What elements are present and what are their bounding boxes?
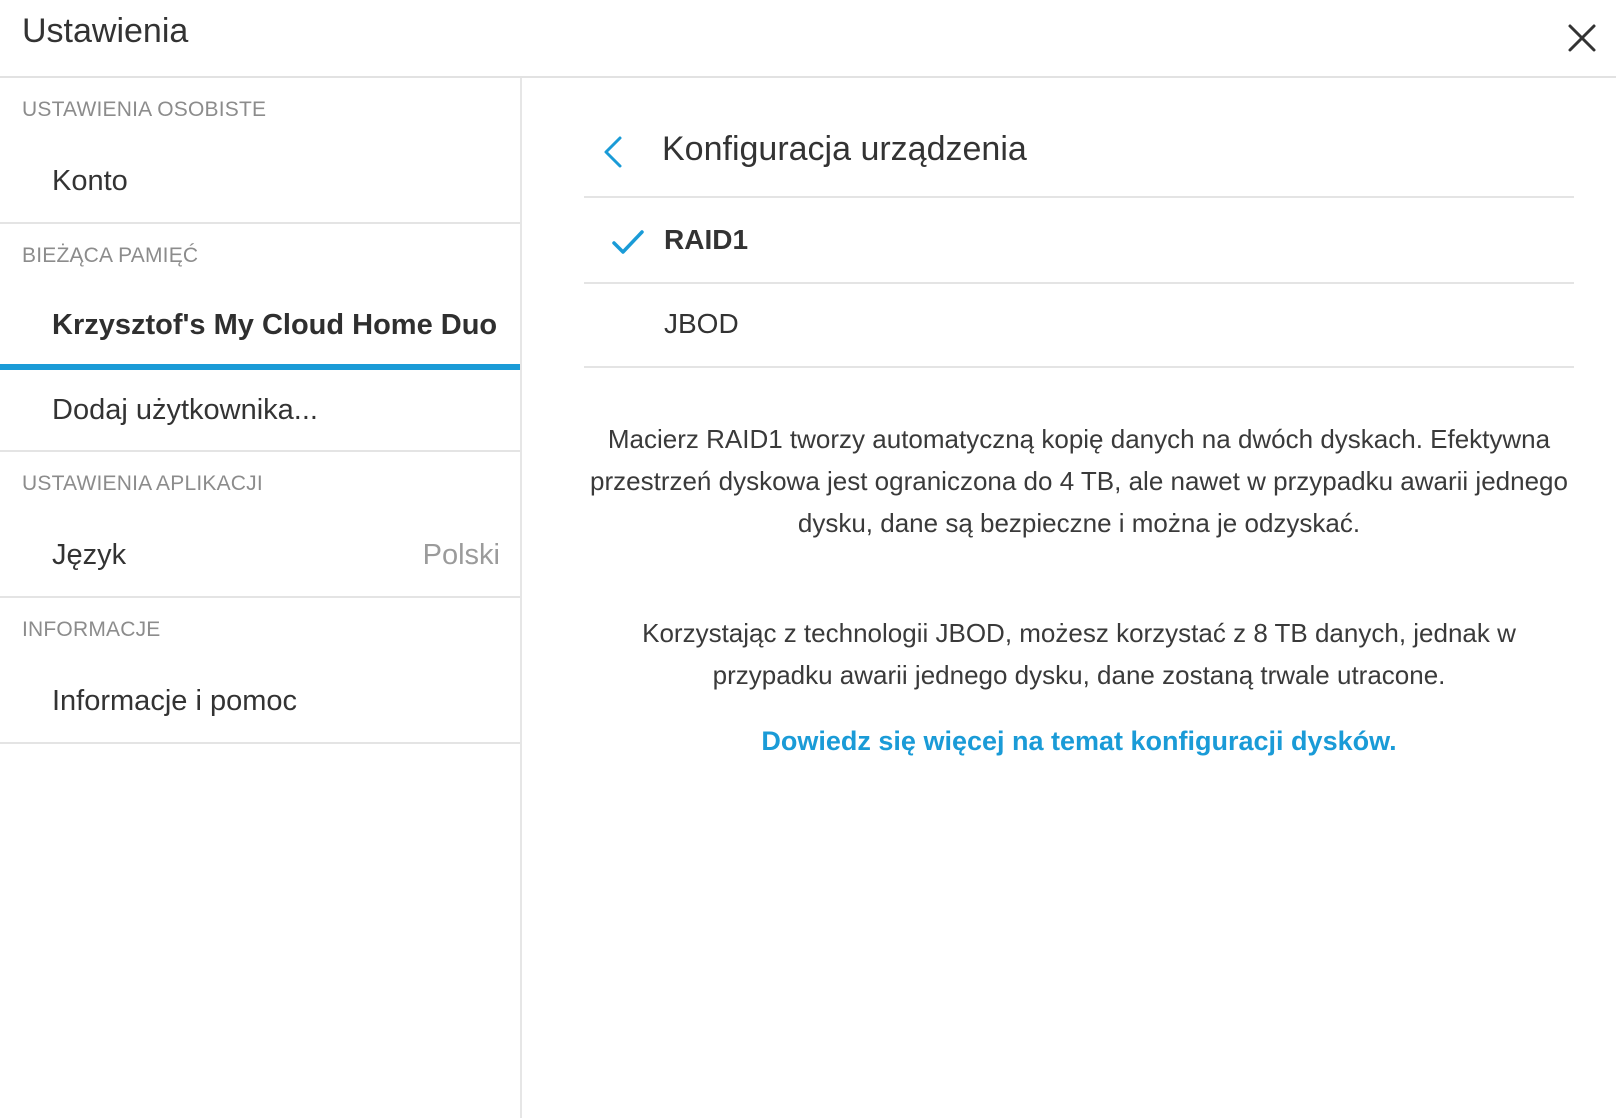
sidebar-item-device[interactable]: Krzysztof's My Cloud Home Duo [0,286,520,370]
sidebar-item-label: Informacje i pomoc [52,684,297,717]
sidebar-item-label: Krzysztof's My Cloud Home Duo [52,308,498,341]
option-raid1[interactable]: RAID1 [584,200,1574,284]
settings-header: Ustawienia [0,0,1616,78]
sidebar-item-label: Język [52,538,127,571]
checkmark-icon [610,226,646,258]
sidebar-item-account[interactable]: Konto [0,140,520,224]
sidebar-item-language[interactable]: Język Polski [0,514,520,598]
option-jbod[interactable]: JBOD [584,284,1574,368]
learn-more-link[interactable]: Dowiedz się więcej na temat konfiguracji… [584,726,1574,757]
sidebar-item-add-user[interactable]: Dodaj użytkownika... [0,370,520,452]
panel-title: Konfiguracja urządzenia [662,130,1027,168]
section-label-info: INFORMACJE [22,618,161,641]
settings-sidebar: USTAWIENIA OSOBISTE Konto BIEŻĄCA PAMIĘĆ… [0,78,522,1118]
language-value: Polski [422,538,500,571]
option-label: RAID1 [664,224,749,255]
chevron-left-icon [604,136,622,168]
close-button[interactable] [1562,18,1602,58]
device-config-panel: Konfiguracja urządzenia RAID1 JBOD Macie… [524,78,1616,1118]
section-label-current-storage: BIEŻĄCA PAMIĘĆ [22,244,199,267]
raid1-description: Macierz RAID1 tworzy automatyczną kopię … [590,424,1568,538]
back-button[interactable] [596,132,632,172]
panel-header: Konfiguracja urządzenia [584,118,1574,198]
page-title: Ustawienia [22,12,189,50]
option-label: JBOD [664,308,739,339]
sidebar-item-info-help[interactable]: Informacje i pomoc [0,660,520,744]
jbod-description: Korzystając z technologii JBOD, możesz k… [642,618,1516,690]
close-icon [1568,24,1596,52]
sidebar-item-label: Konto [52,164,128,197]
sidebar-item-label: Dodaj użytkownika... [52,393,318,426]
section-label-app-settings: USTAWIENIA APLIKACJI [22,472,263,495]
section-label-personal: USTAWIENIA OSOBISTE [22,98,267,121]
